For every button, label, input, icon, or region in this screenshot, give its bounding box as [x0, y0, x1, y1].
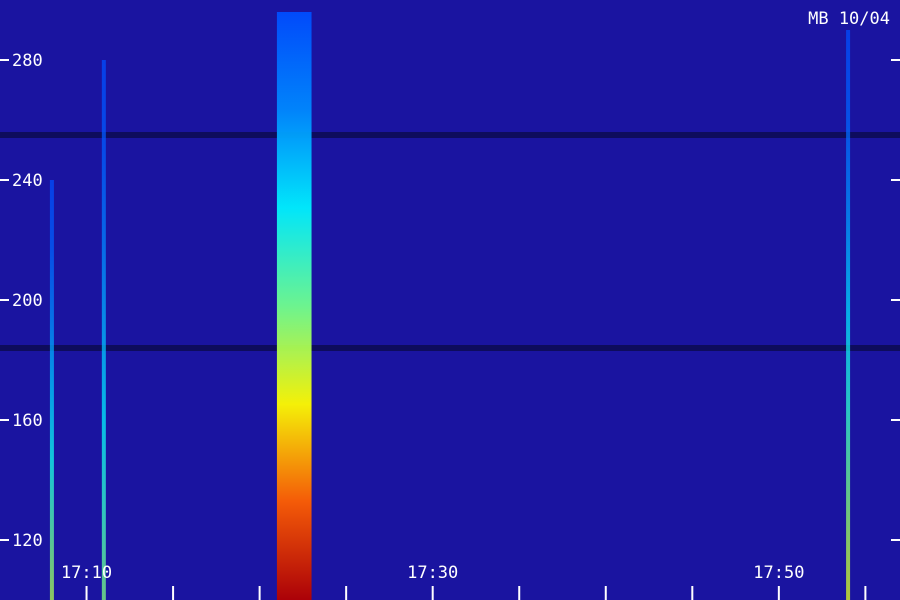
narrow-band-streak [846, 30, 851, 600]
y-tick-label: 200 [12, 291, 43, 311]
narrow-band-streak [101, 60, 106, 600]
broadband-burst [276, 12, 312, 600]
dark-band [0, 345, 900, 351]
y-tick-label: 120 [12, 531, 43, 551]
chart-title: MB 10/04 [808, 9, 890, 29]
y-tick-label: 280 [12, 51, 43, 71]
spectrogram-background [0, 0, 900, 600]
dark-band [0, 132, 900, 138]
x-tick-label: 17:30 [407, 563, 458, 583]
y-tick-label: 160 [12, 411, 43, 431]
x-tick-label: 17:50 [753, 563, 804, 583]
y-tick-label: 240 [12, 171, 43, 191]
narrow-band-streak [49, 180, 54, 600]
spectrogram-chart: 120 160 200 240 280 17:10 17:30 17:50 MB 10/04 [0, 0, 900, 600]
x-tick-label: 17:10 [61, 563, 112, 583]
